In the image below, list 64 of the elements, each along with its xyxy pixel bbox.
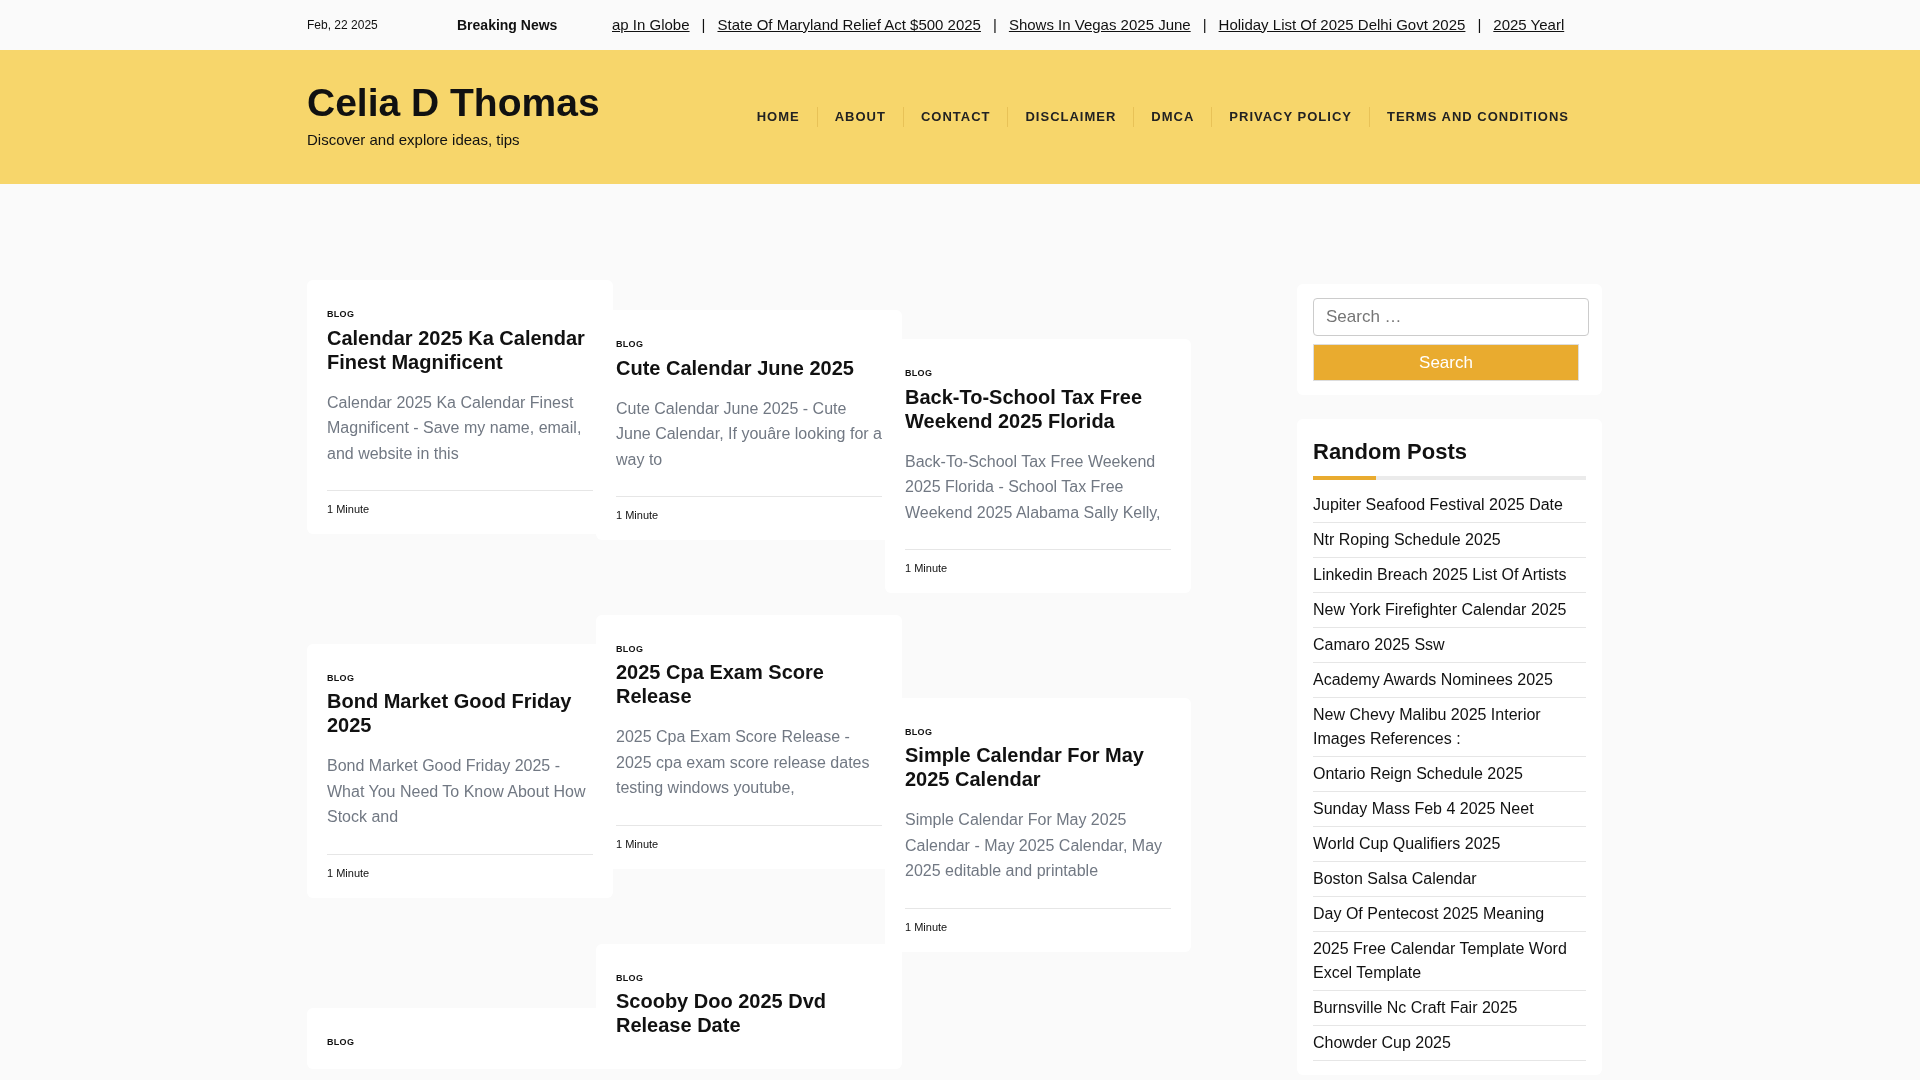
post-link[interactable]: Camaro 2025 Ssw [1313, 628, 1586, 663]
post-link[interactable]: Jupiter Seafood Festival 2025 Date [1313, 488, 1586, 523]
post-link[interactable]: Boston Salsa Calendar [1313, 862, 1586, 897]
post-title[interactable]: Bond Market Good Friday 2025 [327, 689, 593, 738]
post-link[interactable]: 2025 Free Calendar Template Word Excel Template [1313, 932, 1586, 991]
read-time-text: 1 Minute [905, 908, 1171, 936]
nav-link[interactable]: DISCLAIMER [1007, 107, 1134, 127]
widget-title: Random Posts [1313, 438, 1469, 466]
post-link[interactable]: Academy Awards Nominees 2025 [1313, 663, 1586, 698]
ticker-link[interactable]: State Of Maryland Relief Act $500 2025 [717, 13, 981, 37]
read-time-text: 1 Minute [905, 549, 1171, 577]
separator-text: | [1477, 14, 1482, 35]
nav-link[interactable]: CONTACT [902, 107, 1008, 127]
read-time-text: 1 Minute [327, 854, 593, 882]
category-label[interactable]: BLOG [327, 308, 593, 322]
separator-text: | [992, 14, 997, 35]
category-label[interactable]: BLOG [616, 642, 882, 657]
read-time-text: 1 Minute [616, 825, 882, 853]
nav-link[interactable]: HOME [739, 107, 817, 127]
post-link[interactable]: World Cup Qualifiers 2025 [1313, 827, 1586, 862]
post-link[interactable]: Ontario Reign Schedule 2025 [1313, 757, 1586, 792]
post-title[interactable]: Back-To-School Tax Free Weekend 2025 Florida [905, 384, 1171, 433]
nav-link[interactable]: DMCA [1133, 107, 1212, 127]
category-label[interactable]: BLOG [905, 367, 1171, 381]
nav-link[interactable]: TERMS AND CONDITIONS [1368, 107, 1586, 127]
post-link[interactable]: Chowder Cup 2025 [1313, 1026, 1586, 1061]
post-excerpt: Calendar 2025 Ka Calendar Finest Magnificent - Save my name, email, and website in this [327, 392, 583, 464]
post-link[interactable]: New York Firefighter Calendar 2025 [1313, 593, 1586, 628]
post-excerpt: Bond Market Good Friday 2025 - What You Need To Know About How Stock and [327, 756, 587, 828]
post-link[interactable]: Ntr Roping Schedule 2025 [1313, 523, 1586, 558]
post-link[interactable]: Day Of Pentecost 2025 Meaning [1313, 897, 1586, 932]
post-link[interactable]: Sunday Mass Feb 4 2025 Neet [1313, 792, 1586, 827]
post-excerpt: 2025 Cpa Exam Score Release - 2025 cpa exam score release dates testing windows youtube, [616, 727, 871, 799]
post-title[interactable]: Scooby Doo 2025 Dvd Release Date [616, 989, 882, 1038]
post-link[interactable]: Linkedin Breach 2025 List Of Artists [1313, 558, 1586, 593]
category-label[interactable]: BLOG [327, 671, 593, 686]
read-time-text: 1 Minute [327, 490, 593, 518]
breaking-news-label: Breaking News [457, 15, 559, 35]
separator-text: | [701, 14, 706, 35]
post-excerpt: Back-To-School Tax Free Weekend 2025 Florida - School Tax Free Weekend 2025 Alabama Sally Kelly, [905, 451, 1162, 523]
post-title[interactable]: Calendar 2025 Ka Calendar Finest Magnificent [327, 325, 593, 374]
site-title[interactable]: Celia D Thomas [307, 82, 600, 126]
category-label[interactable]: BLOG [616, 338, 882, 352]
ticker-link[interactable]: Shows In Vegas 2025 June [1008, 13, 1191, 37]
post-title[interactable]: Cute Calendar June 2025 [616, 355, 882, 380]
read-time-text: 1 Minute [616, 496, 882, 524]
post-excerpt: Simple Calendar For May 2025 Calendar - May 2025 Calendar, May 2025 editable and printable [905, 810, 1164, 882]
ticker-link[interactable]: 2025 Yearl [1493, 13, 1565, 37]
post-link[interactable]: Burnsville Nc Craft Fair 2025 [1313, 991, 1586, 1026]
date-text: Feb, 22 2025 [307, 17, 379, 34]
tagline-text: Discover and explore ideas, tips [307, 130, 521, 151]
category-label[interactable]: BLOG [327, 1035, 593, 1050]
ticker-link[interactable]: Holiday List Of 2025 Delhi Govt 2025 [1218, 13, 1466, 37]
separator-text: | [1202, 14, 1207, 35]
post-title[interactable]: 2025 Cpa Exam Score Release [616, 660, 882, 709]
category-label[interactable]: BLOG [616, 971, 882, 986]
post-title[interactable]: Simple Calendar For May 2025 Calendar [905, 743, 1171, 792]
post-link[interactable]: New Chevy Malibu 2025 Interior Images References : [1313, 698, 1586, 757]
category-label[interactable]: BLOG [905, 725, 1171, 740]
nav-link[interactable]: ABOUT [816, 107, 903, 127]
nav-link[interactable]: PRIVACY POLICY [1211, 107, 1369, 127]
post-excerpt: Cute Calendar June 2025 - Cute June Calendar, If youâre looking for a way to [616, 398, 882, 470]
ticker-link[interactable]: ap In Globe [612, 13, 690, 37]
search-field[interactable]: Search … [1313, 298, 1589, 336]
